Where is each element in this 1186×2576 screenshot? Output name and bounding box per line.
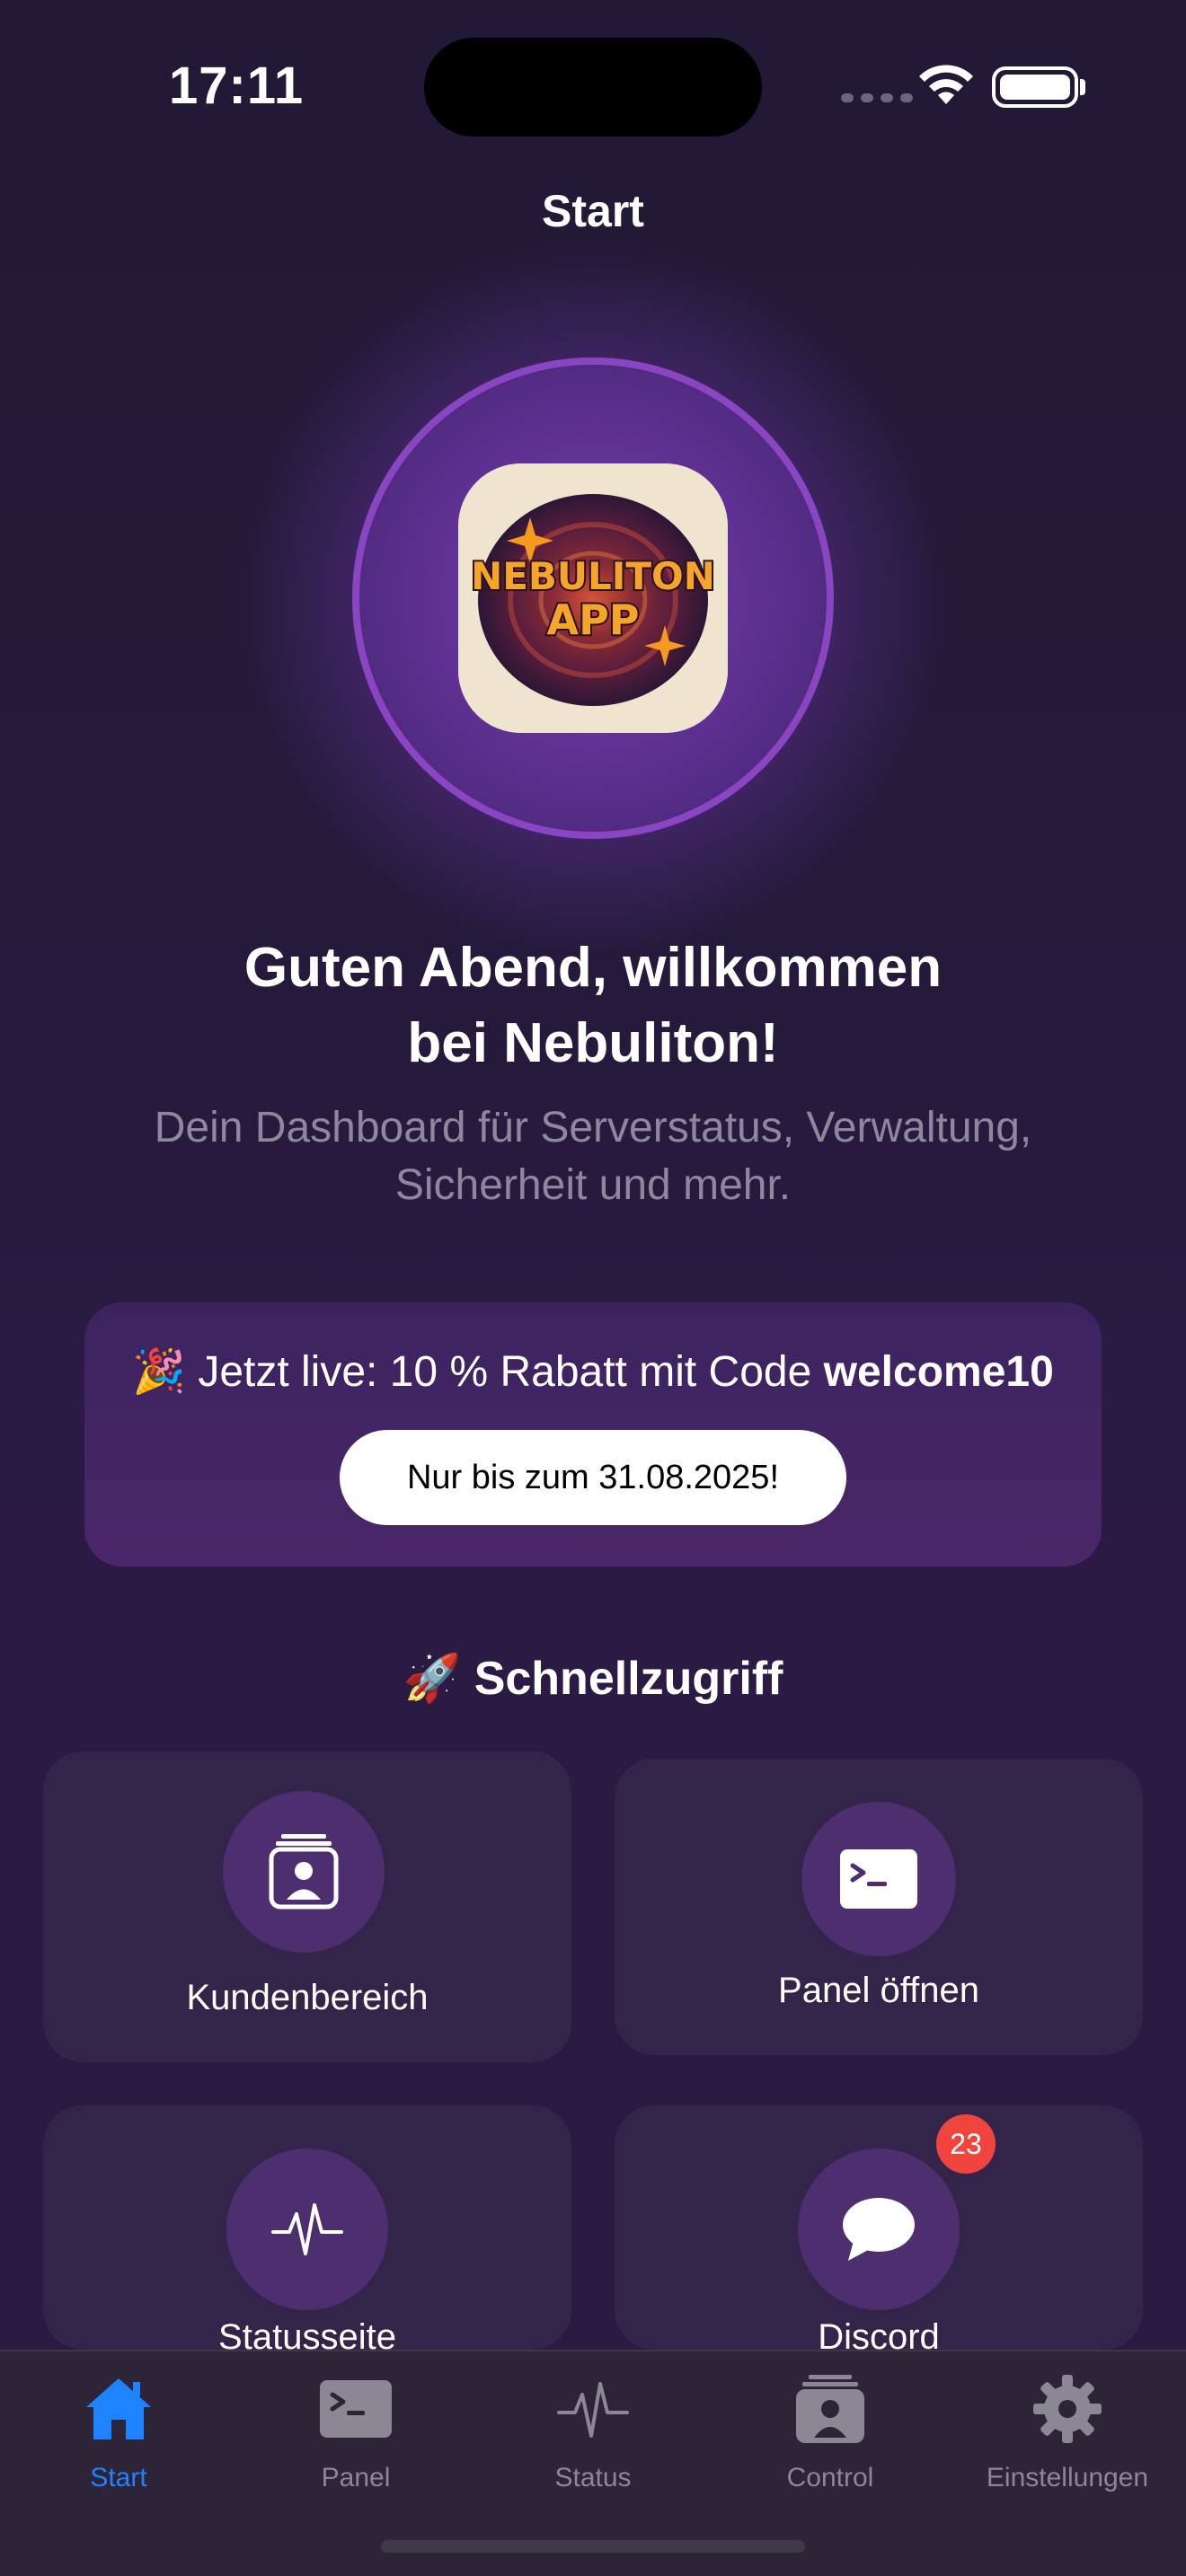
tile-kundenbereich[interactable]: Kundenbereich <box>43 1751 571 2062</box>
tab-label: Panel <box>321 2463 391 2492</box>
tab-panel[interactable]: Panel <box>257 2373 455 2508</box>
tab-status[interactable]: Status <box>494 2373 692 2508</box>
tab-label: Einstellungen <box>986 2463 1149 2492</box>
home-indicator[interactable] <box>381 2540 805 2553</box>
tile-label: Kundenbereich <box>186 1978 429 2017</box>
terminal-icon <box>320 2380 392 2438</box>
terminal-icon <box>801 1802 956 1956</box>
tile-discord[interactable]: Discord <box>615 2105 1143 2350</box>
promo-card: 🎉 Jetzt live: 10 % Rabatt mit Code welco… <box>84 1302 1102 1566</box>
logo-text-line2: APP <box>546 595 639 644</box>
greeting-heading: Guten Abend, willkommen bei Nebuliton! <box>144 931 1042 1081</box>
logo-text-line1: NEBULITON <box>471 554 715 598</box>
cellular-signal-icon <box>841 93 913 102</box>
subtitle-line1: Dein Dashboard für Serverstatus, Verwalt… <box>154 1104 1032 1151</box>
subtitle-line2: Sicherheit und mehr. <box>394 1161 792 1209</box>
tab-label: Control <box>786 2463 874 2492</box>
tile-panel-oeffnen[interactable]: Panel öffnen <box>615 1759 1143 2055</box>
waveform-icon <box>226 2148 388 2310</box>
party-icon: 🎉 <box>132 1348 186 1396</box>
dynamic-island <box>424 38 762 137</box>
app-logo: NEBULITON APP <box>458 463 728 733</box>
notification-badge: 23 <box>936 2114 996 2174</box>
greeting-subtitle: Dein Dashboard für Serverstatus, Verwalt… <box>99 1099 1087 1214</box>
battery-icon <box>992 66 1078 108</box>
tile-statusseite[interactable]: Statusseite <box>43 2105 571 2350</box>
promo-message: Jetzt live: 10 % Rabatt mit Code <box>198 1348 812 1396</box>
waveform-icon <box>557 2382 629 2438</box>
wifi-icon <box>919 65 973 104</box>
tab-control[interactable]: Control <box>731 2373 929 2508</box>
tab-label: Start <box>90 2463 147 2492</box>
status-time: 17:11 <box>169 57 305 115</box>
greeting-line1: Guten Abend, willkommen <box>243 937 943 999</box>
battery-cap <box>1080 79 1085 95</box>
page-title: Start <box>542 186 644 236</box>
status-bar: 17:11 <box>0 0 1186 162</box>
tile-label: Discord <box>818 2317 940 2350</box>
house-icon <box>86 2378 151 2439</box>
gear-icon <box>1033 2375 1102 2443</box>
tile-label: Statusseite <box>218 2317 396 2350</box>
promo-deadline-button[interactable]: Nur bis zum 31.08.2025! <box>340 1430 846 1525</box>
tile-label: Panel öffnen <box>778 1971 979 2010</box>
contact-card-icon <box>223 1791 385 1953</box>
promo-code: welcome10 <box>823 1348 1054 1396</box>
quick-access-title: 🚀 Schnellzugriff <box>403 1653 783 1705</box>
chat-bubble-icon <box>798 2148 960 2310</box>
promo-text: 🎉 Jetzt live: 10 % Rabatt mit Code welco… <box>84 1345 1102 1397</box>
tab-start[interactable]: Start <box>20 2373 217 2508</box>
tab-label: Status <box>554 2463 632 2492</box>
greeting-line2: bei Nebuliton! <box>407 1012 779 1074</box>
contact-card-icon <box>796 2375 864 2443</box>
tab-einstellungen[interactable]: Einstellungen <box>969 2373 1166 2508</box>
